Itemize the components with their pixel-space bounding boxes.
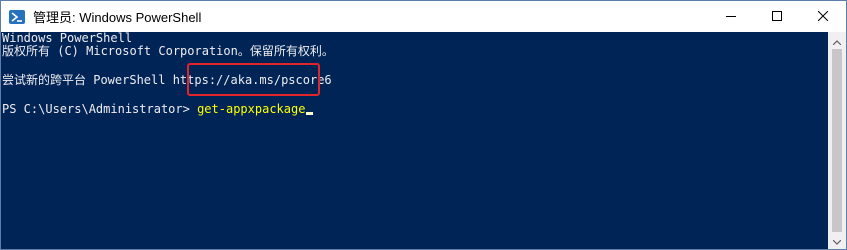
maximize-button[interactable] [754,1,800,32]
scroll-thumb[interactable] [832,49,842,232]
close-button[interactable] [800,1,846,32]
scroll-down-button[interactable] [828,232,846,249]
powershell-window: 管理员: Windows PowerShell Windows PowerShe… [0,0,847,250]
title-bar[interactable]: 管理员: Windows PowerShell [1,1,846,32]
chevron-down-icon [832,232,842,250]
text-cursor [306,112,314,115]
vertical-scrollbar[interactable] [828,32,846,249]
window-controls [708,1,846,32]
console-line: 版权所有 (C) Microsoft Corporation。保留所有权利。 [2,44,334,58]
minimize-button[interactable] [708,1,754,32]
powershell-icon [9,9,25,25]
prompt-line[interactable]: PS C:\Users\Administrator> get-appxpacka… [2,102,314,116]
prompt-text: PS C:\Users\Administrator> [2,102,198,116]
console-output[interactable]: Windows PowerShell 版权所有 (C) Microsoft Co… [1,32,828,249]
chevron-up-icon [832,32,842,50]
close-icon [817,8,829,26]
command-input[interactable]: get-appxpackage [197,102,305,116]
maximize-icon [772,8,782,26]
minimize-icon [726,8,736,26]
window-title: 管理员: Windows PowerShell [33,10,202,25]
command-highlight-box [187,63,320,96]
scroll-up-button[interactable] [828,32,846,49]
